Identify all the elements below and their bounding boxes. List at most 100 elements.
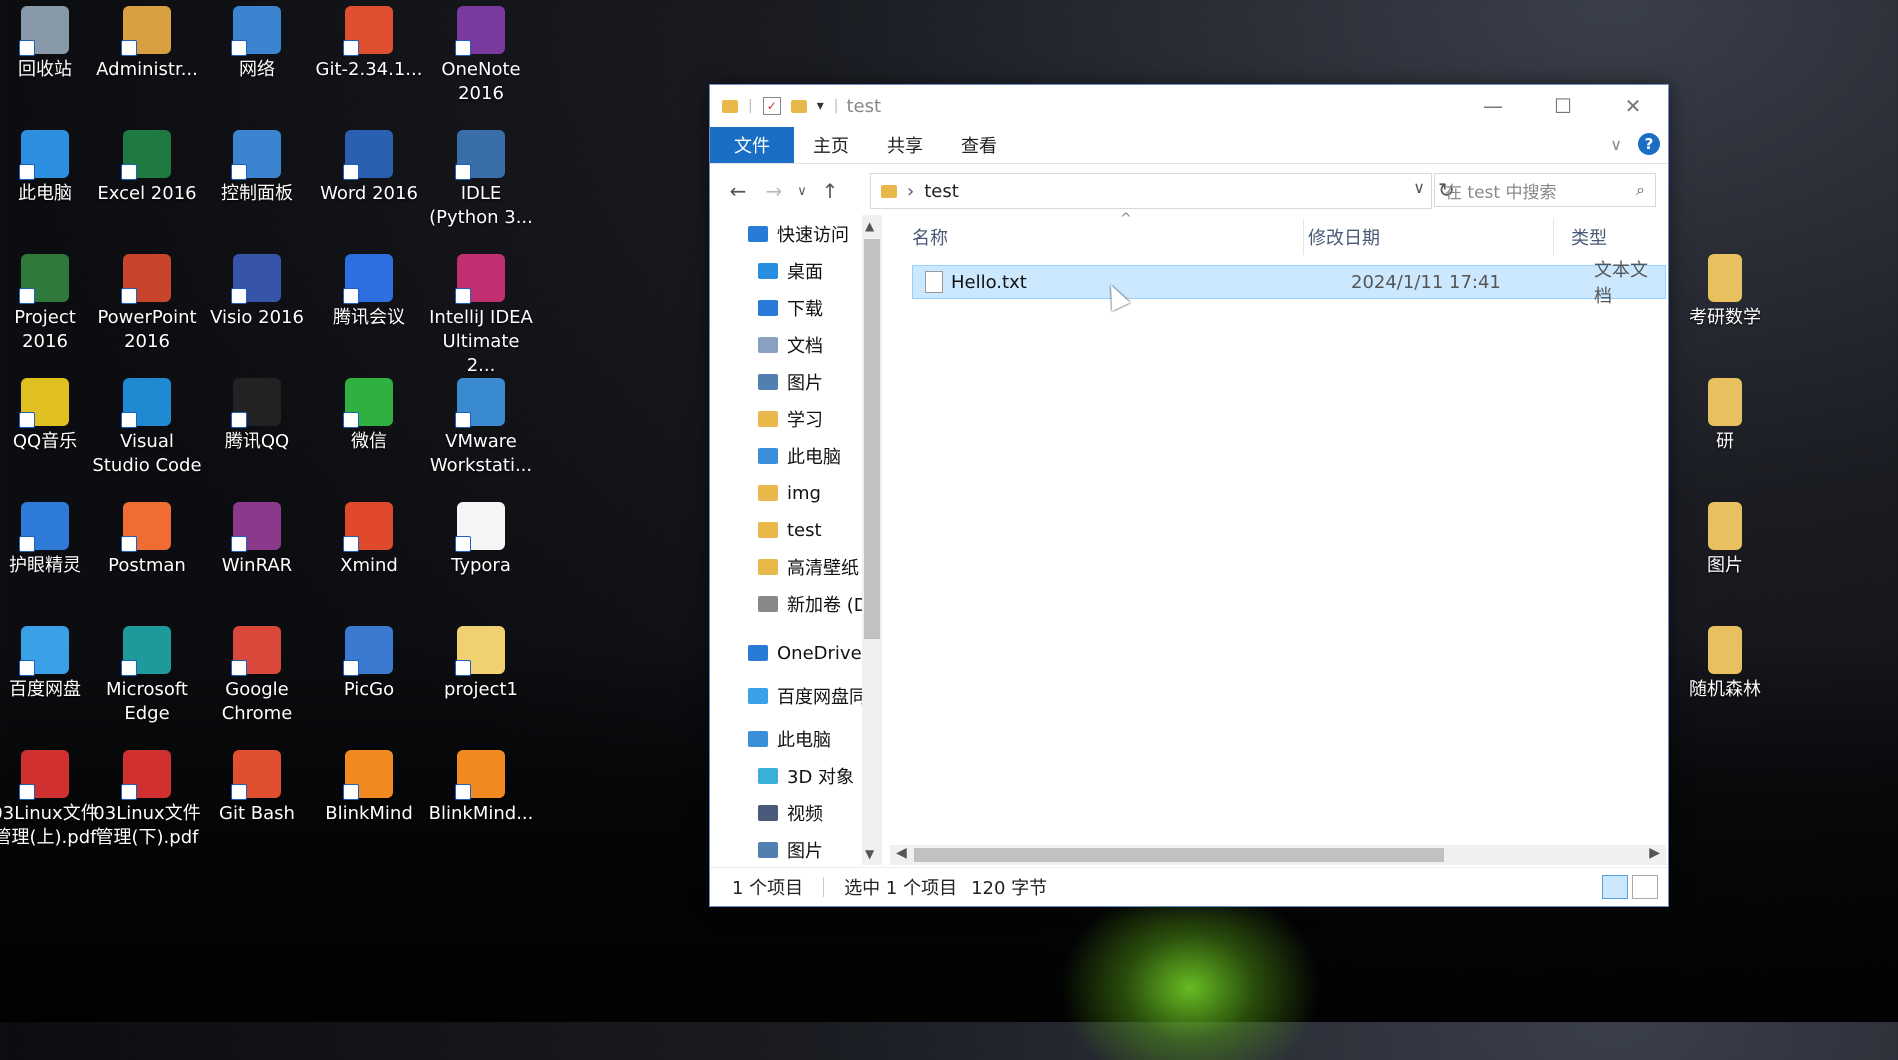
- desktop-icon[interactable]: project1: [426, 620, 536, 702]
- desktop-icon[interactable]: Project 2016: [0, 248, 100, 354]
- desktop-icon[interactable]: BlinkMind...: [426, 744, 536, 826]
- app-icon: [19, 254, 69, 304]
- desktop-icon[interactable]: 03Linux文件管理(下).pdf: [92, 744, 202, 850]
- folder-icon: [758, 522, 778, 538]
- title-bar[interactable]: | ✓ ▾ | test — ☐ ✕: [710, 85, 1668, 127]
- desktop-icon[interactable]: Word 2016: [314, 124, 424, 206]
- desktop-icon-label: 研: [1716, 431, 1734, 452]
- desktop-icon[interactable]: 腾讯QQ: [202, 372, 312, 454]
- scroll-up-icon[interactable]: ▲: [865, 219, 874, 233]
- desktop-icon[interactable]: 控制面板: [202, 124, 312, 206]
- column-header-name[interactable]: 名称: [912, 215, 948, 259]
- recent-locations-button[interactable]: ∨: [792, 173, 812, 209]
- desktop-folder-icon[interactable]: 研: [1670, 372, 1780, 454]
- sort-ascending-icon: ^: [1120, 211, 1132, 227]
- desktop-icon[interactable]: Git Bash: [202, 744, 312, 826]
- item-count: 1 个项目: [732, 878, 804, 899]
- desktop-icon[interactable]: PicGo: [314, 620, 424, 702]
- desktop-icon[interactable]: BlinkMind: [314, 744, 424, 826]
- chevron-right-icon[interactable]: ›: [907, 181, 914, 202]
- navpane-scrollbar[interactable]: ▲ ▼: [862, 215, 882, 865]
- file-explorer-window[interactable]: | ✓ ▾ | test — ☐ ✕ 文件 主页 共享 查看 ∨ ? ← → ∨…: [709, 84, 1669, 907]
- help-icon[interactable]: ?: [1638, 133, 1660, 155]
- desktop-icon-label: PicGo: [343, 679, 395, 700]
- desktop-icon[interactable]: 腾讯会议: [314, 248, 424, 330]
- app-icon: [19, 130, 69, 180]
- forward-button[interactable]: →: [756, 173, 792, 209]
- scroll-right-icon[interactable]: ▶: [1649, 845, 1660, 861]
- desktop-icon[interactable]: OneNote 2016: [426, 0, 536, 106]
- up-button[interactable]: ↑: [812, 173, 848, 209]
- desktop-icon[interactable]: 网络: [202, 0, 312, 82]
- desktop-icon[interactable]: 03Linux文件管理(上).pdf: [0, 744, 100, 850]
- app-icon: [343, 378, 393, 428]
- column-header-type[interactable]: 类型: [1571, 215, 1607, 259]
- desktop-icon[interactable]: IntelliJ IDEA Ultimate 2...: [426, 248, 536, 378]
- scroll-down-icon[interactable]: ▼: [865, 847, 874, 861]
- breadcrumb-test[interactable]: test: [924, 181, 959, 202]
- scrollbar-thumb[interactable]: [864, 239, 880, 639]
- desktop-icon-label: Google Chrome: [221, 679, 293, 724]
- desktop-icon[interactable]: Excel 2016: [92, 124, 202, 206]
- close-button[interactable]: ✕: [1598, 85, 1668, 127]
- desktop-icon[interactable]: IDLE (Python 3...: [426, 124, 536, 230]
- sidebar-item-label: 此电脑: [777, 730, 831, 751]
- maximize-button[interactable]: ☐: [1528, 85, 1598, 127]
- desktop-icon[interactable]: 百度网盘: [0, 620, 100, 702]
- desktop-icon-label: Git-2.34.1...: [315, 59, 423, 80]
- minimize-button[interactable]: —: [1458, 85, 1528, 127]
- app-icon: [121, 254, 171, 304]
- scroll-left-icon[interactable]: ◀: [896, 845, 907, 861]
- toolbar-dropdown-icon[interactable]: ▾: [817, 98, 824, 114]
- address-bar[interactable]: › test ∨: [870, 173, 1432, 209]
- desktop-icon[interactable]: Postman: [92, 496, 202, 578]
- column-divider[interactable]: [1303, 219, 1304, 255]
- app-icon: [121, 750, 171, 800]
- desktop-icon[interactable]: QQ音乐: [0, 372, 100, 454]
- sidebar-item-label: 下载: [787, 299, 823, 320]
- desktop-icon[interactable]: Visual Studio Code: [92, 372, 202, 478]
- horizontal-scrollbar[interactable]: ◀ ▶: [890, 845, 1666, 865]
- new-folder-icon[interactable]: [790, 99, 807, 113]
- desktop-icon[interactable]: 护眼精灵: [0, 496, 100, 578]
- file-row[interactable]: Hello.txt 2024/1/11 17:41 文本文档: [912, 260, 1666, 307]
- desktop-icon[interactable]: 回收站: [0, 0, 100, 82]
- desktop-icon[interactable]: Typora: [426, 496, 536, 578]
- expand-ribbon-icon[interactable]: ∨: [1610, 135, 1622, 154]
- desktop-icon[interactable]: Xmind: [314, 496, 424, 578]
- details-view-icon[interactable]: [1602, 875, 1628, 899]
- desktop-icon-label: BlinkMind: [325, 803, 413, 824]
- tab-share[interactable]: 共享: [868, 127, 942, 163]
- desktop-folder-icon[interactable]: 随机森林: [1670, 620, 1780, 702]
- search-input[interactable]: 在 test 中搜索 ⌕: [1434, 173, 1656, 207]
- desktop-icon[interactable]: 微信: [314, 372, 424, 454]
- back-button[interactable]: ←: [720, 173, 756, 209]
- desktop-icon[interactable]: Google Chrome: [202, 620, 312, 726]
- desktop-icon[interactable]: Microsoft Edge: [92, 620, 202, 726]
- desktop-icon-label: Visual Studio Code: [92, 431, 202, 476]
- tab-home[interactable]: 主页: [794, 127, 868, 163]
- desktop-icon[interactable]: Visio 2016: [202, 248, 312, 330]
- sidebar-item-label: 新加卷 (D: [787, 595, 868, 616]
- app-icon: [455, 130, 505, 180]
- desktop-icon[interactable]: WinRAR: [202, 496, 312, 578]
- tab-view[interactable]: 查看: [942, 127, 1016, 163]
- desktop-folder-icon[interactable]: 考研数学: [1670, 248, 1780, 330]
- column-header-date[interactable]: 修改日期: [1308, 215, 1380, 259]
- column-divider[interactable]: [1553, 219, 1554, 255]
- desktop-icon-label: PowerPoint 2016: [97, 307, 197, 352]
- properties-icon[interactable]: ✓: [762, 97, 781, 115]
- desktop-folder-icon[interactable]: 图片: [1670, 496, 1780, 578]
- app-icon: [231, 6, 281, 56]
- large-icons-view-icon[interactable]: [1632, 875, 1658, 899]
- scrollbar-thumb[interactable]: [914, 848, 1444, 862]
- desktop-icon[interactable]: Administr...: [92, 0, 202, 82]
- desktop-icon[interactable]: Git-2.34.1...: [314, 0, 424, 82]
- sidebar-item-label: img: [787, 482, 821, 504]
- desktop-icon[interactable]: PowerPoint 2016: [92, 248, 202, 354]
- app-icon: [343, 502, 393, 552]
- tab-file[interactable]: 文件: [710, 127, 794, 163]
- desktop-icon[interactable]: VMware Workstati...: [426, 372, 536, 478]
- desktop-icon[interactable]: 此电脑: [0, 124, 100, 206]
- chevron-down-icon[interactable]: ∨: [1413, 178, 1425, 197]
